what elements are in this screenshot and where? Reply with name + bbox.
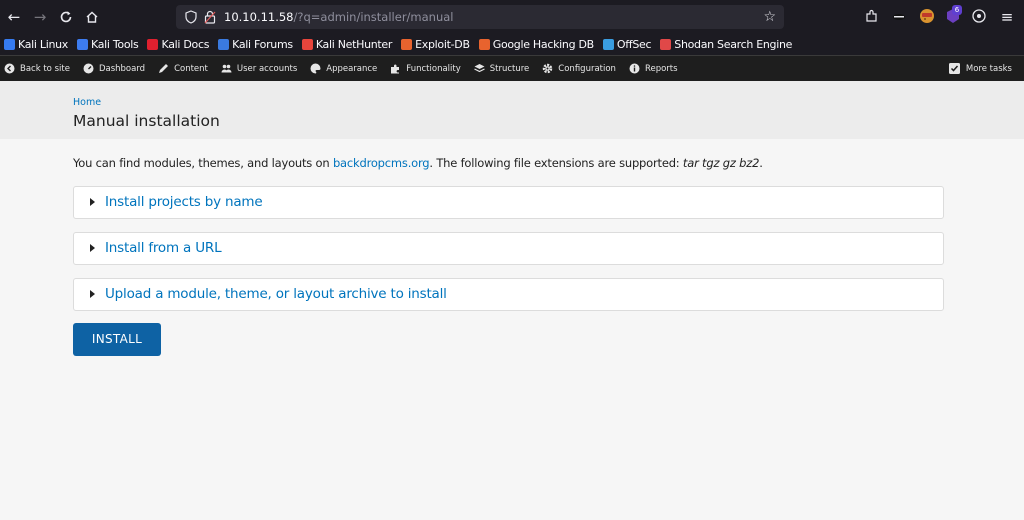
admin-functionality[interactable]: Functionality bbox=[390, 63, 461, 74]
gear-icon bbox=[543, 63, 553, 74]
bookmark-item[interactable]: Kali Tools bbox=[77, 37, 139, 51]
collapsed-triangle-icon bbox=[90, 290, 95, 298]
cookie-editor-icon[interactable] bbox=[919, 8, 935, 24]
admin-item-label: Functionality bbox=[406, 63, 461, 74]
foxyproxy-icon[interactable] bbox=[971, 8, 987, 24]
admin-item-label: Dashboard bbox=[98, 63, 146, 74]
admin-more-tasks[interactable]: More tasks bbox=[948, 62, 1012, 75]
browser-navbar: ← → 10.10.11.58/?q=admin/installer/manua… bbox=[0, 0, 1024, 33]
fieldset-legend[interactable]: Install from a URL bbox=[105, 240, 222, 256]
admin-user-accounts[interactable]: User accounts bbox=[221, 63, 297, 74]
checkbox-tasks-icon bbox=[948, 63, 960, 74]
intro-after-link: . The following file extensions are supp… bbox=[429, 156, 683, 170]
bookmark-label: Kali Forums bbox=[232, 37, 293, 51]
pencil-icon bbox=[159, 64, 169, 73]
bookmark-label: Kali Docs bbox=[161, 37, 210, 51]
bookmark-label: OffSec bbox=[616, 37, 652, 51]
bookmark-item[interactable]: Exploit-DB bbox=[401, 38, 470, 51]
breadcrumb-home[interactable]: Home bbox=[73, 97, 101, 108]
supported-extensions: tar tgz gz bz2 bbox=[682, 156, 760, 170]
back-arrow-icon bbox=[4, 63, 15, 74]
bookmark-item[interactable]: Google Hacking DB bbox=[478, 37, 594, 51]
backdropcms-link[interactable]: backdropcms.org bbox=[333, 156, 430, 170]
bookmark-label: Google Hacking DB bbox=[492, 37, 594, 51]
intro-end: . bbox=[759, 156, 763, 170]
collapsed-triangle-icon bbox=[90, 198, 95, 206]
admin-item-label: Content bbox=[174, 63, 208, 74]
shodan-icon bbox=[660, 38, 672, 50]
admin-item-label: Structure bbox=[489, 63, 530, 74]
admin-configuration[interactable]: Configuration bbox=[542, 63, 616, 74]
install-button[interactable]: INSTALL bbox=[73, 323, 161, 356]
fieldset-install-by-name[interactable]: Install projects by name bbox=[73, 186, 944, 219]
kali-tools-icon bbox=[77, 38, 89, 50]
kali-docs-icon bbox=[147, 38, 159, 50]
dashboard-icon bbox=[83, 63, 94, 74]
fieldset-upload-archive[interactable]: Upload a module, theme, or layout archiv… bbox=[73, 278, 944, 311]
home-icon[interactable] bbox=[82, 7, 102, 27]
bookmark-item[interactable]: Kali NetHunter bbox=[301, 37, 393, 51]
more-tasks-label: More tasks bbox=[965, 63, 1012, 74]
admin-toolbar: Back to site Dashboard Content User acco… bbox=[0, 55, 1024, 81]
admin-item-label: User accounts bbox=[236, 63, 298, 74]
bookmark-star-icon[interactable]: ☆ bbox=[763, 8, 776, 26]
palette-icon bbox=[310, 63, 321, 74]
exploit-db-icon bbox=[401, 38, 413, 50]
extensions-icon[interactable] bbox=[864, 8, 880, 24]
admin-item-label: Reports bbox=[644, 63, 678, 74]
bookmark-item[interactable]: OffSec bbox=[602, 37, 652, 51]
fieldset-legend[interactable]: Install projects by name bbox=[105, 194, 263, 210]
address-bar[interactable]: 10.10.11.58/?q=admin/installer/manual ☆ bbox=[176, 5, 784, 29]
kali-dragon-icon bbox=[4, 38, 15, 50]
bookmark-item[interactable]: Shodan Search Engine bbox=[660, 38, 792, 51]
url-path: /?q=admin/installer/manual bbox=[293, 10, 454, 24]
bookmark-label: Exploit-DB bbox=[415, 37, 470, 51]
info-icon bbox=[629, 63, 640, 74]
admin-dashboard[interactable]: Dashboard bbox=[83, 63, 145, 74]
ghdb-icon bbox=[478, 38, 490, 50]
admin-back-to-site[interactable]: Back to site bbox=[4, 63, 70, 74]
collapsed-triangle-icon bbox=[90, 244, 95, 252]
bookmark-item[interactable]: Kali Forums bbox=[218, 38, 293, 51]
page-header: Home Manual installation bbox=[0, 81, 1024, 139]
puzzle-icon bbox=[391, 64, 400, 74]
intro-before-link: You can find modules, themes, and layout… bbox=[73, 156, 333, 170]
layers-icon bbox=[473, 64, 485, 73]
admin-appearance[interactable]: Appearance bbox=[310, 63, 377, 74]
bookmarks-bar: Kali Linux Kali Tools Kali Docs Kali Forums… bbox=[0, 33, 1024, 55]
bookmark-label: Kali NetHunter bbox=[315, 37, 393, 51]
page-title: Manual installation bbox=[73, 112, 220, 130]
url-host: 10.10.11.58 bbox=[224, 10, 294, 24]
admin-structure[interactable]: Structure bbox=[473, 63, 530, 74]
back-arrow-icon[interactable]: ← bbox=[4, 7, 24, 27]
tracking-shield-icon[interactable] bbox=[185, 10, 197, 24]
extension-badge: 6 bbox=[952, 5, 962, 15]
reload-icon[interactable] bbox=[56, 7, 76, 27]
nethunter-icon bbox=[301, 38, 313, 50]
ninja-extension-icon[interactable] bbox=[891, 8, 907, 24]
bookmark-label: Kali Tools bbox=[91, 37, 139, 51]
intro-text: You can find modules, themes, and layout… bbox=[73, 156, 763, 170]
offsec-icon bbox=[602, 38, 614, 50]
users-icon bbox=[221, 64, 232, 73]
admin-item-label: Configuration bbox=[558, 63, 616, 74]
fieldset-install-from-url[interactable]: Install from a URL bbox=[73, 232, 944, 265]
admin-item-label: Appearance bbox=[326, 63, 378, 74]
bookmark-label: Shodan Search Engine bbox=[674, 37, 793, 51]
forward-arrow-icon[interactable]: → bbox=[30, 7, 50, 27]
admin-content[interactable]: Content bbox=[158, 63, 208, 74]
menu-hamburger-icon[interactable]: ≡ bbox=[997, 7, 1017, 27]
fieldset-legend[interactable]: Upload a module, theme, or layout archiv… bbox=[105, 286, 447, 302]
admin-reports[interactable]: Reports bbox=[629, 63, 678, 74]
bookmark-label: Kali Linux bbox=[18, 37, 69, 51]
kali-forums-icon bbox=[218, 38, 230, 50]
url-text[interactable]: 10.10.11.58/?q=admin/installer/manual bbox=[224, 9, 454, 25]
insecure-lock-icon[interactable] bbox=[204, 10, 216, 24]
bookmark-item[interactable]: Kali Linux bbox=[4, 38, 68, 51]
admin-item-label: Back to site bbox=[20, 63, 70, 74]
bookmark-item[interactable]: Kali Docs bbox=[147, 38, 209, 51]
